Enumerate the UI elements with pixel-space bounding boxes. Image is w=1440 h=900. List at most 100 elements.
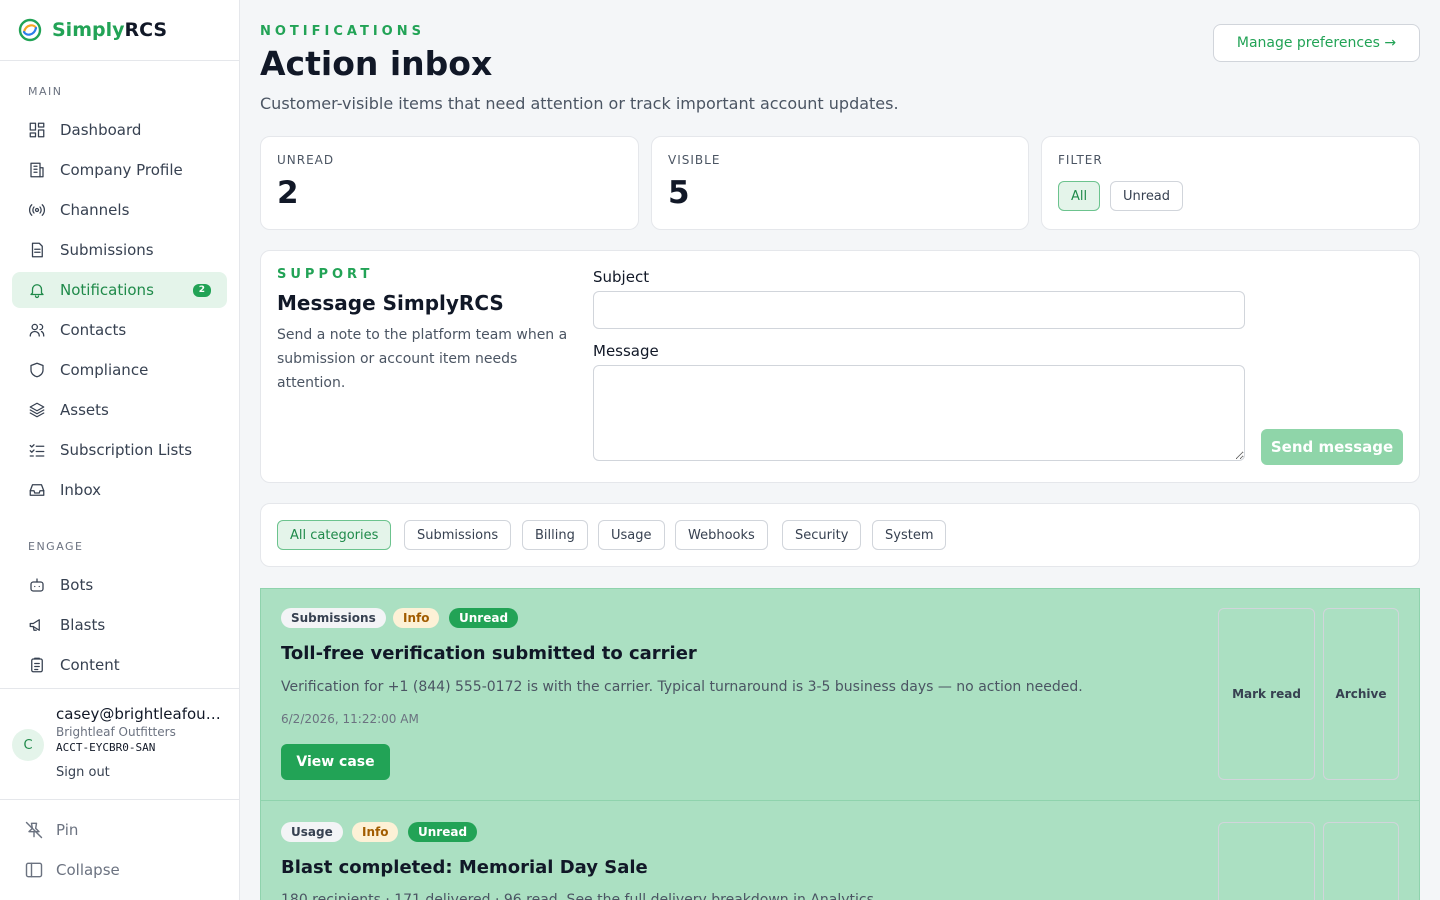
bell-icon bbox=[30, 284, 44, 299]
status-tag: Unread bbox=[408, 822, 478, 842]
page-title: Action inbox bbox=[260, 44, 493, 83]
sidebar-item-subscription-lists[interactable]: Subscription Lists bbox=[12, 432, 227, 468]
sidebar-item-submissions[interactable]: Submissions bbox=[12, 232, 227, 268]
clipboard-icon bbox=[31, 657, 43, 673]
sidebar-item-contacts[interactable]: Contacts bbox=[12, 312, 227, 348]
sidebar-item-label: Blasts bbox=[60, 616, 106, 634]
category-filter-bar: All categories Submissions Billing Usage… bbox=[260, 503, 1420, 567]
sign-out-link[interactable]: Sign out bbox=[56, 765, 110, 780]
sidebar-item-notifications[interactable]: Notifications 2 bbox=[12, 272, 227, 308]
category-webhooks-chip[interactable]: Webhooks bbox=[675, 520, 768, 550]
pin-label: Pin bbox=[56, 821, 79, 839]
support-eyebrow: Support bbox=[277, 267, 374, 282]
users-icon bbox=[29, 323, 45, 337]
sidebar-item-label: Channels bbox=[60, 201, 130, 219]
sidebar-item-compliance[interactable]: Compliance bbox=[12, 352, 227, 388]
megaphone-icon bbox=[29, 619, 40, 631]
collapse-sidebar-button[interactable]: Collapse bbox=[24, 860, 120, 880]
view-case-button[interactable]: View case bbox=[281, 744, 390, 780]
brand[interactable]: SimplyRCS bbox=[0, 0, 239, 61]
brand-logo-icon bbox=[18, 18, 42, 42]
visible-stat-label: Visible bbox=[668, 153, 721, 167]
sidebar-item-label: Dashboard bbox=[60, 121, 142, 139]
mark-read-button[interactable]: Mark read bbox=[1218, 608, 1315, 780]
avatar: C bbox=[12, 729, 44, 761]
sidebar-item-label: Compliance bbox=[60, 361, 149, 379]
collapse-label: Collapse bbox=[56, 861, 120, 879]
filter-label: Filter bbox=[1058, 153, 1103, 167]
category-security-chip[interactable]: Security bbox=[782, 520, 862, 550]
sidebar-item-label: Notifications bbox=[60, 281, 154, 299]
shield-icon bbox=[30, 362, 44, 378]
message-textarea[interactable] bbox=[593, 365, 1245, 461]
support-card: Support Message SimplyRCS Send a note to… bbox=[260, 250, 1420, 483]
sidebar-item-channels[interactable]: Channels bbox=[12, 192, 227, 228]
notification-item: Submissions Info Unread Toll-free verifi… bbox=[260, 588, 1420, 801]
subject-input[interactable] bbox=[593, 291, 1245, 329]
sidebar-item-label: Submissions bbox=[60, 241, 154, 259]
sidebar-item-label: Contacts bbox=[60, 321, 127, 339]
manage-preferences-button[interactable]: Manage preferences → bbox=[1213, 24, 1420, 62]
sidebar-item-label: Bots bbox=[60, 576, 94, 594]
bot-icon bbox=[30, 578, 44, 592]
sidebar-item-label: Inbox bbox=[60, 481, 102, 499]
support-title: Message SimplyRCS bbox=[277, 291, 504, 315]
category-submissions-chip[interactable]: Submissions bbox=[404, 520, 512, 550]
archive-button[interactable] bbox=[1323, 822, 1399, 900]
filter-unread-chip[interactable]: Unread bbox=[1110, 181, 1184, 211]
notification-item: Usage Info Unread Blast completed: Memor… bbox=[260, 800, 1420, 900]
sidebar-item-bots[interactable]: Bots bbox=[12, 567, 227, 603]
page-eyebrow: Notifications bbox=[260, 24, 425, 39]
category-usage-chip[interactable]: Usage bbox=[598, 520, 665, 550]
visible-stat-card: Visible 5 bbox=[651, 136, 1029, 230]
page-subtitle: Customer-visible items that need attenti… bbox=[260, 94, 899, 113]
send-message-button[interactable]: Send message bbox=[1261, 429, 1403, 465]
archive-button[interactable]: Archive bbox=[1323, 608, 1399, 780]
sidebar-item-blasts[interactable]: Blasts bbox=[12, 607, 227, 643]
sidebar-item-label: Content bbox=[60, 656, 120, 674]
nav-section-engage: Engage bbox=[28, 540, 84, 553]
pin-off-icon bbox=[25, 821, 43, 839]
category-system-chip[interactable]: System bbox=[872, 520, 947, 550]
notification-timestamp: 6/2/2026, 11:22:00 AM bbox=[281, 712, 419, 726]
status-tag: Unread bbox=[449, 608, 519, 628]
document-icon bbox=[31, 242, 43, 258]
level-tag: Info bbox=[352, 822, 399, 842]
mark-read-button[interactable] bbox=[1218, 822, 1315, 900]
dashboard-icon bbox=[29, 122, 45, 138]
user-account-id: ACCT-EYCBR0-SAN bbox=[56, 741, 156, 754]
brand-name: SimplyRCS bbox=[52, 19, 167, 41]
user-organization: Brightleaf Outfitters bbox=[56, 725, 176, 739]
layers-icon bbox=[29, 402, 45, 418]
notification-title: Blast completed: Memorial Day Sale bbox=[281, 857, 648, 878]
unread-stat-card: Unread 2 bbox=[260, 136, 639, 230]
sidebar-item-label: Assets bbox=[60, 401, 109, 419]
message-label: Message bbox=[593, 342, 659, 360]
support-description: Send a note to the platform team when a … bbox=[277, 327, 568, 391]
sidebar-item-dashboard[interactable]: Dashboard bbox=[12, 112, 227, 148]
building-icon bbox=[30, 162, 44, 178]
sidebar-item-content[interactable]: Content bbox=[12, 647, 227, 683]
inbox-icon bbox=[29, 484, 45, 496]
category-all-chip[interactable]: All categories bbox=[277, 520, 392, 550]
category-billing-chip[interactable]: Billing bbox=[522, 520, 588, 550]
pin-sidebar-button[interactable]: Pin bbox=[24, 820, 78, 840]
nav-section-main: Main bbox=[28, 85, 63, 98]
notification-title: Toll-free verification submitted to carr… bbox=[281, 643, 697, 664]
sidebar-item-inbox[interactable]: Inbox bbox=[12, 472, 227, 508]
filter-all-chip[interactable]: All bbox=[1058, 181, 1101, 211]
brand-name-part-a: Simply bbox=[52, 19, 125, 41]
sidebar-item-assets[interactable]: Assets bbox=[12, 392, 227, 428]
category-tag: Usage bbox=[281, 822, 343, 842]
visible-stat-value: 5 bbox=[668, 175, 690, 211]
unread-stat-label: Unread bbox=[277, 153, 335, 167]
level-tag: Info bbox=[393, 608, 440, 628]
sidebar: SimplyRCS Main Dashboard Company Profile… bbox=[0, 0, 240, 900]
sidebar-item-company-profile[interactable]: Company Profile bbox=[12, 152, 227, 188]
broadcast-icon bbox=[28, 204, 46, 216]
subject-label: Subject bbox=[593, 268, 650, 286]
brand-name-part-b: RCS bbox=[124, 19, 168, 41]
sidebar-item-label: Subscription Lists bbox=[60, 441, 193, 459]
category-tag: Submissions bbox=[281, 608, 386, 628]
user-email: casey@brightleafoutfitters.com bbox=[56, 705, 226, 723]
